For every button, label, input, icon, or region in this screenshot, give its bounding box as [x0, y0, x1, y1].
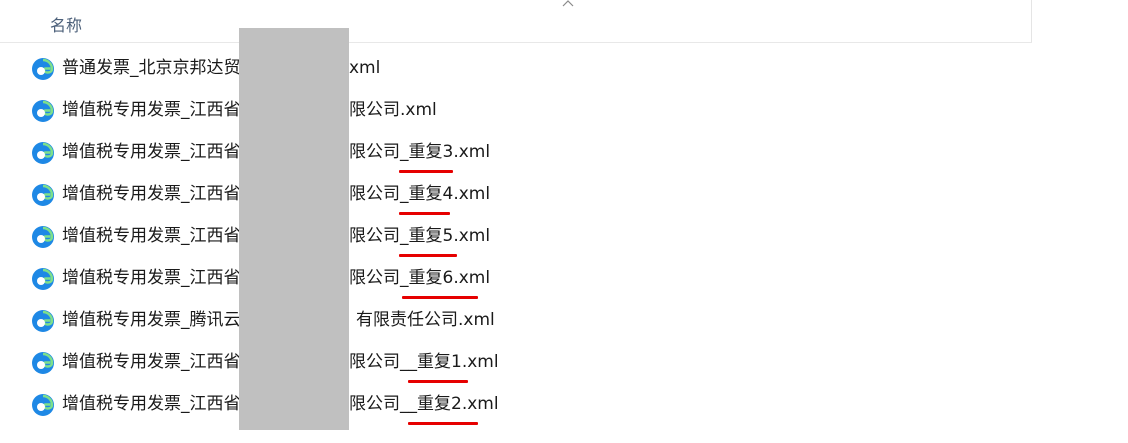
file-name-suffix: 限公司_重复6.xml [349, 268, 491, 288]
edge-xml-icon [32, 268, 54, 290]
edge-xml-icon [32, 184, 54, 206]
sort-ascending-icon[interactable] [561, 0, 575, 8]
file-name-prefix: 增值税专用发票_腾讯云 [62, 310, 241, 330]
file-name-prefix: 增值税专用发票_江西省 [62, 100, 241, 120]
file-name-prefix: 普通发票_北京京邦达贸 [62, 58, 241, 78]
duplicate-underline [402, 296, 478, 299]
edge-xml-icon [32, 100, 54, 122]
duplicate-underline [399, 170, 453, 173]
edge-xml-icon [32, 226, 54, 248]
list-header: 名称 [0, 0, 1032, 43]
edge-xml-icon [32, 58, 54, 80]
column-divider[interactable] [1031, 0, 1032, 42]
duplicate-underline [408, 422, 478, 425]
column-header-name[interactable]: 名称 [50, 12, 82, 36]
edge-xml-icon [32, 142, 54, 164]
file-name-suffix: 限公司__重复1.xml [349, 352, 499, 372]
redaction-box [239, 28, 349, 430]
edge-xml-icon [32, 310, 54, 332]
file-name-prefix: 增值税专用发票_江西省 [62, 184, 241, 204]
duplicate-underline [399, 212, 450, 215]
edge-xml-icon [32, 352, 54, 374]
duplicate-underline [408, 380, 468, 383]
file-name-suffix: 限公司_重复5.xml [349, 226, 491, 246]
file-name-prefix: 增值税专用发票_江西省 [62, 142, 241, 162]
file-name-suffix: 限公司_重复3.xml [349, 142, 491, 162]
file-name-prefix: 增值税专用发票_江西省 [62, 226, 241, 246]
file-name-prefix: 增值税专用发票_江西省 [62, 394, 241, 414]
edge-xml-icon [32, 394, 54, 416]
file-name-suffix: 限公司.xml [349, 100, 437, 120]
file-name-prefix: 增值税专用发票_江西省 [62, 268, 241, 288]
file-name-suffix: xml [349, 58, 381, 78]
file-name-suffix: 有限责任公司.xml [356, 310, 495, 330]
duplicate-underline [399, 254, 457, 257]
file-name-prefix: 增值税专用发票_江西省 [62, 352, 241, 372]
file-name-suffix: 限公司_重复4.xml [349, 184, 491, 204]
file-name-suffix: 限公司__重复2.xml [349, 394, 499, 414]
